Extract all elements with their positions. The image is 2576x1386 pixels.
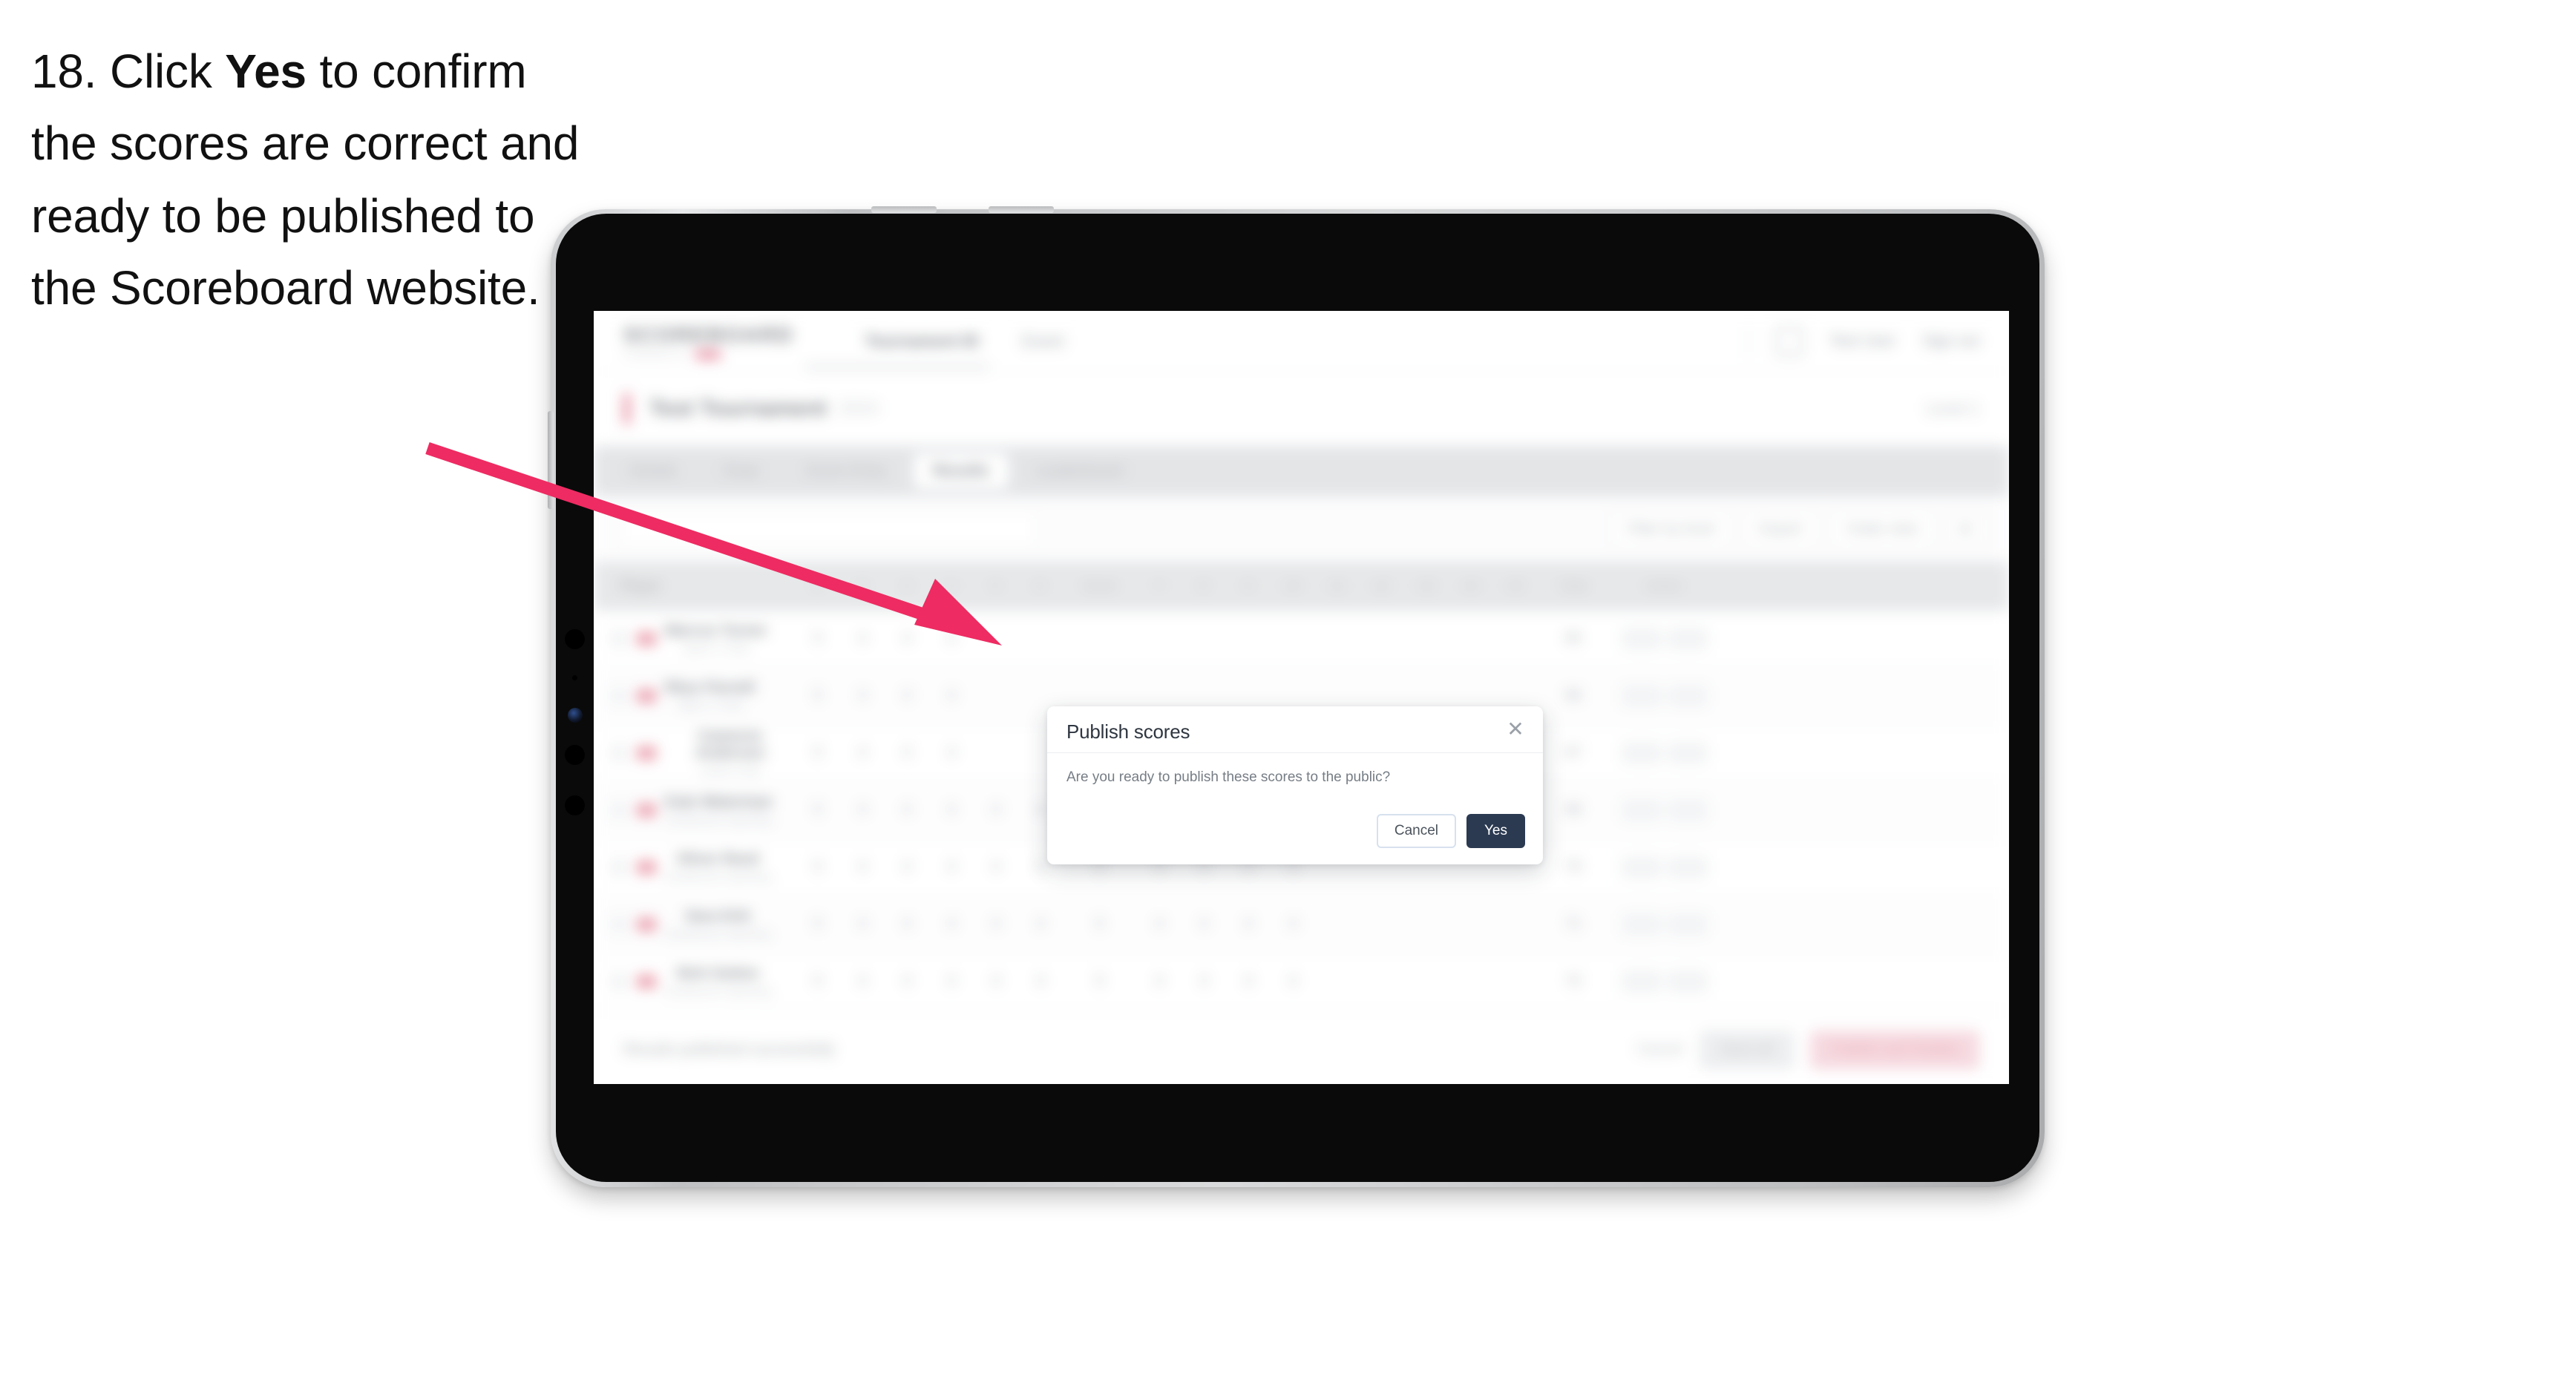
modal-layer: Publish scores ✕ Are you ready to publis… [594,311,2009,1084]
device-bezel: SCOREBOARD POWERED BY Tournament ID Even… [556,214,2039,1182]
tablet-screen: SCOREBOARD POWERED BY Tournament ID Even… [594,311,2009,1084]
sensor-icon [565,745,585,765]
volume-down-button[interactable] [989,206,1054,213]
power-button[interactable] [548,411,554,509]
publish-scores-dialog: Publish scores ✕ Are you ready to publis… [1047,706,1543,864]
caption-text-before: Click [96,45,226,98]
speaker-hole-icon-2 [565,795,585,815]
yes-button[interactable]: Yes [1466,814,1525,848]
close-icon[interactable]: ✕ [1503,717,1528,742]
dialog-footer: Cancel Yes [1376,814,1525,848]
step-number: 18. [31,45,97,98]
tablet-device: SCOREBOARD POWERED BY Tournament ID Even… [548,206,2045,1187]
cancel-button[interactable]: Cancel [1376,814,1456,848]
front-camera-icon [568,708,583,723]
microphone-icon [572,675,577,680]
dialog-body-text: Are you ready to publish these scores to… [1066,769,1391,785]
dialog-header: Publish scores ✕ [1047,706,1543,753]
caption-emphasis: Yes [225,45,307,98]
dialog-title: Publish scores [1066,720,1190,743]
speaker-hole-icon [565,629,585,649]
volume-up-button[interactable] [871,206,937,213]
instruction-caption: 18. Click Yes to confirm the scores are … [31,36,580,324]
